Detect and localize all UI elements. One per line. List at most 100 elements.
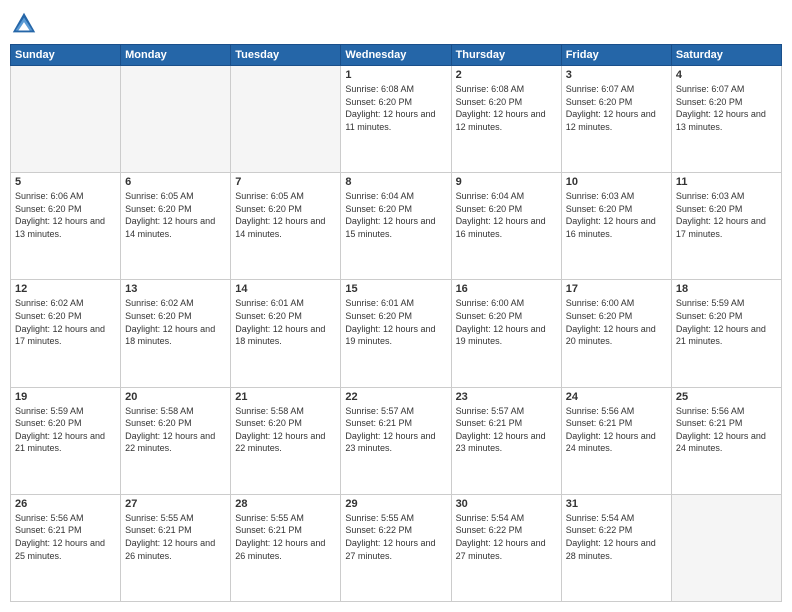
day-info: Sunrise: 6:01 AMSunset: 6:20 PMDaylight:… <box>345 297 446 347</box>
day-info: Sunrise: 5:58 AMSunset: 6:20 PMDaylight:… <box>125 405 226 455</box>
day-info: Sunrise: 6:00 AMSunset: 6:20 PMDaylight:… <box>566 297 667 347</box>
day-number: 31 <box>566 498 667 510</box>
calendar-cell: 31 Sunrise: 5:54 AMSunset: 6:22 PMDayligh… <box>561 494 671 601</box>
calendar-cell: 3 Sunrise: 6:07 AMSunset: 6:20 PMDaylight… <box>561 66 671 173</box>
calendar-cell: 10Sunrise: 6:03 AMSunset: 6:20 PMDayligh… <box>561 173 671 280</box>
day-info: Sunrise: 6:03 AMSunset: 6:20 PMDaylight:… <box>566 190 667 240</box>
calendar-cell: 6 Sunrise: 6:05 AMSunset: 6:20 PMDaylight… <box>121 173 231 280</box>
day-number: 6 <box>125 176 226 188</box>
day-number: 18 <box>676 283 777 295</box>
day-info: Sunrise: 5:54 AMSunset: 6:22 PMDaylight:… <box>566 512 667 562</box>
calendar-cell: 30 Sunrise: 5:54 AMSunset: 6:22 PMDayligh… <box>451 494 561 601</box>
calendar-cell: 23 Sunrise: 5:57 AMSunset: 6:21 PMDayligh… <box>451 387 561 494</box>
day-info: Sunrise: 6:05 AMSunset: 6:20 PMDaylight:… <box>235 190 336 240</box>
day-number: 24 <box>566 391 667 403</box>
calendar-header-monday: Monday <box>121 45 231 66</box>
calendar-cell: 11 Sunrise: 6:03 AMSunset: 6:20 PMDayligh… <box>671 173 781 280</box>
day-info: Sunrise: 6:02 AMSunset: 6:20 PMDaylight:… <box>15 297 116 347</box>
calendar-cell: 12Sunrise: 6:02 AMSunset: 6:20 PMDayligh… <box>11 280 121 387</box>
day-info: Sunrise: 5:56 AMSunset: 6:21 PMDaylight:… <box>15 512 116 562</box>
logo-icon <box>10 10 38 38</box>
day-number: 15 <box>345 283 446 295</box>
calendar-cell: 9Sunrise: 6:04 AMSunset: 6:20 PMDaylight… <box>451 173 561 280</box>
day-info: Sunrise: 6:07 AMSunset: 6:20 PMDaylight:… <box>566 83 667 133</box>
calendar-cell: 19 Sunrise: 5:59 AMSunset: 6:20 PMDayligh… <box>11 387 121 494</box>
header <box>10 10 782 38</box>
day-info: Sunrise: 5:55 AMSunset: 6:21 PMDaylight:… <box>125 512 226 562</box>
calendar-cell: 1 Sunrise: 6:08 AMSunset: 6:20 PMDaylight… <box>341 66 451 173</box>
calendar-cell <box>121 66 231 173</box>
day-number: 19 <box>15 391 116 403</box>
calendar-cell: 28 Sunrise: 5:55 AMSunset: 6:21 PMDayligh… <box>231 494 341 601</box>
logo <box>10 10 42 38</box>
day-info: Sunrise: 6:01 AMSunset: 6:20 PMDaylight:… <box>235 297 336 347</box>
day-number: 16 <box>456 283 557 295</box>
day-info: Sunrise: 5:55 AMSunset: 6:22 PMDaylight:… <box>345 512 446 562</box>
day-number: 23 <box>456 391 557 403</box>
day-number: 3 <box>566 69 667 81</box>
day-info: Sunrise: 5:56 AMSunset: 6:21 PMDaylight:… <box>676 405 777 455</box>
calendar-cell: 24 Sunrise: 5:56 AMSunset: 6:21 PMDayligh… <box>561 387 671 494</box>
calendar-header-wednesday: Wednesday <box>341 45 451 66</box>
calendar-week-2: 5 Sunrise: 6:06 AMSunset: 6:20 PMDaylight… <box>11 173 782 280</box>
day-info: Sunrise: 5:55 AMSunset: 6:21 PMDaylight:… <box>235 512 336 562</box>
calendar-cell <box>671 494 781 601</box>
day-number: 29 <box>345 498 446 510</box>
calendar-cell <box>231 66 341 173</box>
calendar-header-row: SundayMondayTuesdayWednesdayThursdayFrid… <box>11 45 782 66</box>
day-info: Sunrise: 6:07 AMSunset: 6:20 PMDaylight:… <box>676 83 777 133</box>
day-number: 28 <box>235 498 336 510</box>
day-number: 25 <box>676 391 777 403</box>
calendar-cell: 25 Sunrise: 5:56 AMSunset: 6:21 PMDayligh… <box>671 387 781 494</box>
day-number: 11 <box>676 176 777 188</box>
calendar-cell: 26 Sunrise: 5:56 AMSunset: 6:21 PMDayligh… <box>11 494 121 601</box>
calendar-cell: 20Sunrise: 5:58 AMSunset: 6:20 PMDayligh… <box>121 387 231 494</box>
day-number: 13 <box>125 283 226 295</box>
calendar-cell: 2 Sunrise: 6:08 AMSunset: 6:20 PMDaylight… <box>451 66 561 173</box>
day-number: 1 <box>345 69 446 81</box>
day-number: 5 <box>15 176 116 188</box>
calendar-header-thursday: Thursday <box>451 45 561 66</box>
day-number: 26 <box>15 498 116 510</box>
day-info: Sunrise: 5:59 AMSunset: 6:20 PMDaylight:… <box>15 405 116 455</box>
calendar-cell: 21Sunrise: 5:58 AMSunset: 6:20 PMDayligh… <box>231 387 341 494</box>
day-info: Sunrise: 5:57 AMSunset: 6:21 PMDaylight:… <box>456 405 557 455</box>
page: SundayMondayTuesdayWednesdayThursdayFrid… <box>0 0 792 612</box>
calendar-cell: 13 Sunrise: 6:02 AMSunset: 6:20 PMDayligh… <box>121 280 231 387</box>
day-info: Sunrise: 6:05 AMSunset: 6:20 PMDaylight:… <box>125 190 226 240</box>
day-info: Sunrise: 5:59 AMSunset: 6:20 PMDaylight:… <box>676 297 777 347</box>
calendar-cell: 27 Sunrise: 5:55 AMSunset: 6:21 PMDayligh… <box>121 494 231 601</box>
day-number: 22 <box>345 391 446 403</box>
day-info: Sunrise: 6:08 AMSunset: 6:20 PMDaylight:… <box>456 83 557 133</box>
day-info: Sunrise: 5:54 AMSunset: 6:22 PMDaylight:… <box>456 512 557 562</box>
day-info: Sunrise: 6:00 AMSunset: 6:20 PMDaylight:… <box>456 297 557 347</box>
calendar-cell: 8Sunrise: 6:04 AMSunset: 6:20 PMDaylight… <box>341 173 451 280</box>
day-info: Sunrise: 6:02 AMSunset: 6:20 PMDaylight:… <box>125 297 226 347</box>
day-info: Sunrise: 6:06 AMSunset: 6:20 PMDaylight:… <box>15 190 116 240</box>
day-info: Sunrise: 6:08 AMSunset: 6:20 PMDaylight:… <box>345 83 446 133</box>
calendar-cell: 17 Sunrise: 6:00 AMSunset: 6:20 PMDayligh… <box>561 280 671 387</box>
day-number: 30 <box>456 498 557 510</box>
calendar-week-4: 19 Sunrise: 5:59 AMSunset: 6:20 PMDayligh… <box>11 387 782 494</box>
calendar-cell: 15 Sunrise: 6:01 AMSunset: 6:20 PMDayligh… <box>341 280 451 387</box>
day-info: Sunrise: 6:03 AMSunset: 6:20 PMDaylight:… <box>676 190 777 240</box>
calendar-cell: 22Sunrise: 5:57 AMSunset: 6:21 PMDayligh… <box>341 387 451 494</box>
day-number: 2 <box>456 69 557 81</box>
calendar-cell <box>11 66 121 173</box>
day-info: Sunrise: 5:56 AMSunset: 6:21 PMDaylight:… <box>566 405 667 455</box>
calendar-table: SundayMondayTuesdayWednesdayThursdayFrid… <box>10 44 782 602</box>
calendar-week-5: 26 Sunrise: 5:56 AMSunset: 6:21 PMDayligh… <box>11 494 782 601</box>
calendar-cell: 5 Sunrise: 6:06 AMSunset: 6:20 PMDaylight… <box>11 173 121 280</box>
day-number: 9 <box>456 176 557 188</box>
calendar-cell: 29 Sunrise: 5:55 AMSunset: 6:22 PMDayligh… <box>341 494 451 601</box>
calendar-header-tuesday: Tuesday <box>231 45 341 66</box>
calendar-week-1: 1 Sunrise: 6:08 AMSunset: 6:20 PMDaylight… <box>11 66 782 173</box>
calendar-cell: 7 Sunrise: 6:05 AMSunset: 6:20 PMDaylight… <box>231 173 341 280</box>
day-number: 27 <box>125 498 226 510</box>
day-number: 17 <box>566 283 667 295</box>
calendar-header-saturday: Saturday <box>671 45 781 66</box>
calendar-header-friday: Friday <box>561 45 671 66</box>
day-number: 7 <box>235 176 336 188</box>
calendar-header-sunday: Sunday <box>11 45 121 66</box>
day-number: 21 <box>235 391 336 403</box>
